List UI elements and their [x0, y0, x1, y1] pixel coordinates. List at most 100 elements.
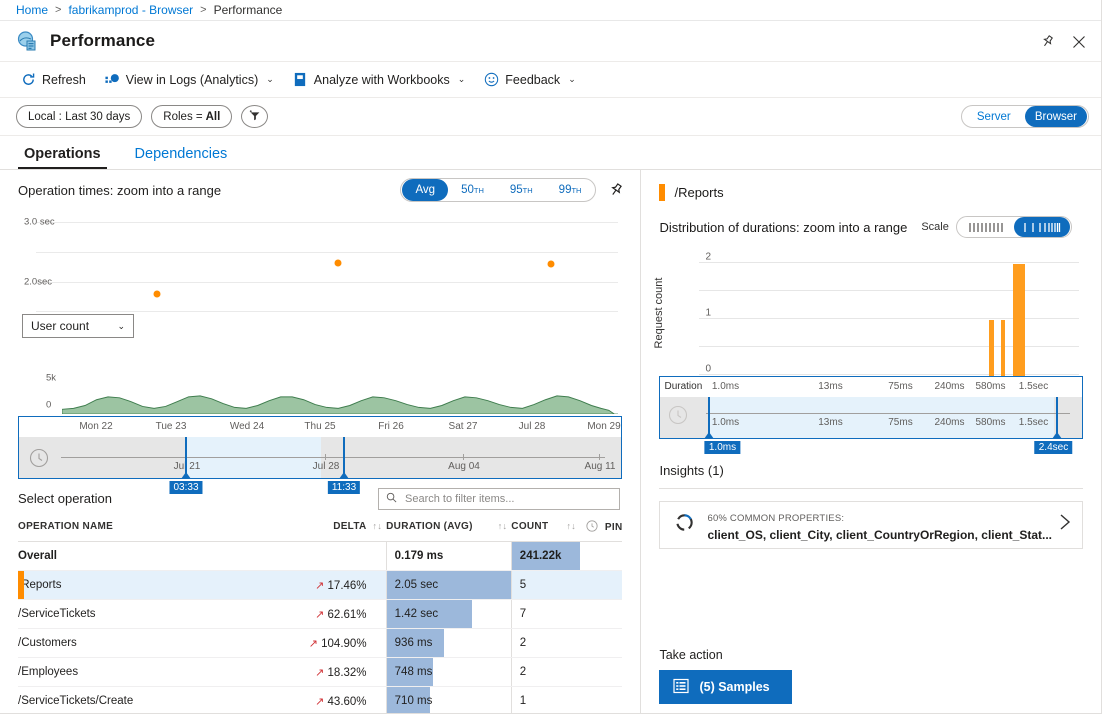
histogram-y-axis-label: Request count	[653, 278, 665, 349]
view-in-logs-button[interactable]: View in Logs (Analytics) ⌄	[96, 66, 282, 94]
table-row[interactable]: /Employees ↗ 18.32% 748 ms 2	[18, 658, 622, 687]
duration-range-slider[interactable]: 1.0ms 13ms 75ms 240ms 580ms 1.5sec 1.0ms…	[659, 397, 1083, 439]
table-row[interactable]: /ServiceTickets/Create ↗ 43.60% 710 ms 1	[18, 687, 622, 714]
refresh-button[interactable]: Refresh	[12, 66, 94, 94]
column-operation-name[interactable]: OPERATION NAME	[18, 516, 283, 542]
operation-times-scatter-chart[interactable]: 3.0 sec 2.0sec User count ⌄	[18, 210, 622, 370]
cell-delta: ↗ 43.60%	[283, 687, 367, 714]
scatter-point	[335, 260, 342, 267]
insights-title: Insights (1)	[659, 463, 1083, 478]
donut-chart-icon	[674, 512, 695, 538]
arrow-up-icon: ↗	[315, 696, 324, 708]
tab-dependencies[interactable]: Dependencies	[129, 145, 234, 169]
table-row[interactable]: /Customers ↗ 104.90% 936 ms 2	[18, 629, 622, 658]
selected-row-indicator	[18, 571, 24, 599]
sort-icon[interactable]: ↑↓	[566, 521, 576, 531]
column-duration[interactable]: DURATION (AVG)	[386, 516, 492, 542]
close-icon[interactable]	[1065, 28, 1093, 56]
duration-handle-left-label: 1.0ms	[705, 441, 740, 454]
range-tick: 13ms	[818, 417, 842, 428]
column-delta[interactable]: DELTA	[283, 516, 367, 542]
breadcrumb-separator: >	[200, 4, 206, 16]
tab-operations[interactable]: Operations	[18, 145, 107, 169]
history-icon[interactable]	[668, 405, 688, 425]
cell-operation-name: /Reports	[18, 571, 283, 600]
table-row[interactable]: /Reports ↗ 17.46% 2.05 sec 5	[18, 571, 622, 600]
range-tick: 580ms	[975, 417, 1005, 428]
left-pane: Operation times: zoom into a range Avg 5…	[0, 170, 641, 714]
percentile-option-avg[interactable]: Avg	[402, 179, 448, 201]
user-count-area-chart: 5k 0	[18, 370, 622, 416]
axis-tick: Jul 28	[519, 421, 546, 432]
breadcrumb-item-home[interactable]: Home	[16, 3, 48, 17]
search-box[interactable]	[378, 488, 620, 510]
axis-tick: Mon 22	[79, 421, 112, 432]
title-bar: Performance	[0, 21, 1101, 62]
range-handle-left[interactable]	[185, 437, 187, 478]
cell-duration: 0.179 ms	[386, 542, 511, 571]
roles-prefix: Roles =	[163, 111, 202, 123]
cell-duration: 1.42 sec	[386, 600, 511, 629]
linear-scale-icon[interactable]	[958, 217, 1014, 237]
column-count[interactable]: COUNT	[511, 516, 560, 542]
time-range-slider[interactable]: Jul 21 Jul 28 Aug 04 Aug 11 03:33 11:33	[18, 437, 622, 479]
cell-duration: 748 ms	[386, 658, 511, 687]
range-tick: 240ms	[934, 417, 964, 428]
arrow-up-icon: ↗	[309, 638, 318, 650]
roles-pill[interactable]: Roles = All	[151, 105, 232, 128]
scope-option-server[interactable]: Server	[963, 106, 1025, 127]
chevron-right-icon[interactable]	[1052, 513, 1072, 537]
arrow-up-icon: ↗	[315, 667, 324, 679]
duration-handle-left[interactable]	[708, 397, 710, 438]
distribution-header: Distribution of durations: zoom into a r…	[641, 201, 1101, 238]
percentile-option-95th[interactable]: 95TH	[497, 179, 546, 201]
duration-handle-right[interactable]	[1056, 397, 1058, 438]
right-pane: /Reports Distribution of durations: zoom…	[641, 170, 1101, 714]
time-range-pill[interactable]: Local : Last 30 days	[16, 105, 142, 128]
metric-select[interactable]: User count ⌄	[22, 314, 134, 338]
range-tick: 75ms	[888, 417, 912, 428]
search-input[interactable]	[403, 492, 612, 506]
column-pin[interactable]: PIN	[580, 516, 622, 542]
insight-top-line: 60% COMMON PROPERTIES:	[707, 513, 844, 524]
cell-delta: ↗ 62.61%	[283, 600, 367, 629]
axis-tick: 1.5sec	[1019, 381, 1048, 392]
cell-operation-name: /ServiceTickets/Create	[18, 687, 283, 714]
log-scale-icon[interactable]	[1014, 217, 1070, 237]
axis-tick: 240ms	[934, 381, 964, 392]
workbooks-icon	[292, 72, 308, 88]
feedback-button[interactable]: Feedback ⌄	[475, 66, 583, 94]
app-window: Home > fabrikamprod - Browser > Performa…	[0, 0, 1102, 714]
percentile-option-50th[interactable]: 50TH	[448, 179, 497, 201]
cell-duration: 710 ms	[386, 687, 511, 714]
pin-circle-icon	[586, 522, 601, 532]
table-row[interactable]: /ServiceTickets ↗ 62.61% 1.42 sec 7	[18, 600, 622, 629]
select-operation-header: Select operation	[0, 479, 640, 516]
duration-histogram-chart[interactable]: Request count 2 1 0	[659, 250, 1083, 376]
title-actions	[1033, 21, 1093, 62]
breadcrumb-item-resource[interactable]: fabrikamprod - Browser	[68, 3, 193, 17]
history-icon[interactable]	[29, 448, 49, 468]
refresh-label: Refresh	[42, 73, 86, 87]
scope-option-browser[interactable]: Browser	[1025, 106, 1087, 127]
sort-icon[interactable]: ↑↓	[373, 521, 383, 531]
scatter-point	[548, 261, 555, 268]
pin-icon[interactable]	[1033, 28, 1061, 56]
arrow-up-icon: ↗	[315, 580, 324, 592]
duration-axis: Duration 1.0ms 13ms 75ms 240ms 580ms 1.5…	[659, 376, 1083, 397]
insight-text: 60% COMMON PROPERTIES: client_OS, client…	[707, 508, 1052, 542]
add-filter-button[interactable]	[241, 105, 268, 128]
sort-icon[interactable]: ↑↓	[498, 521, 508, 531]
duration-axis-label: Duration	[664, 381, 702, 392]
app-insights-icon	[16, 30, 38, 52]
cell-count: 2	[511, 629, 580, 658]
operation-color-swatch	[659, 184, 665, 201]
table-row-overall[interactable]: Overall 0.179 ms 241.22k	[18, 542, 622, 571]
pin-chart-icon[interactable]	[606, 180, 626, 200]
insight-card[interactable]: 60% COMMON PROPERTIES: client_OS, client…	[659, 501, 1083, 549]
percentile-option-99th[interactable]: 99TH	[546, 179, 595, 201]
samples-button[interactable]: (5) Samples	[659, 670, 791, 704]
histogram-ytick: 2	[705, 252, 711, 263]
analyze-workbooks-button[interactable]: Analyze with Workbooks ⌄	[284, 66, 473, 94]
range-handle-right[interactable]	[343, 437, 345, 478]
